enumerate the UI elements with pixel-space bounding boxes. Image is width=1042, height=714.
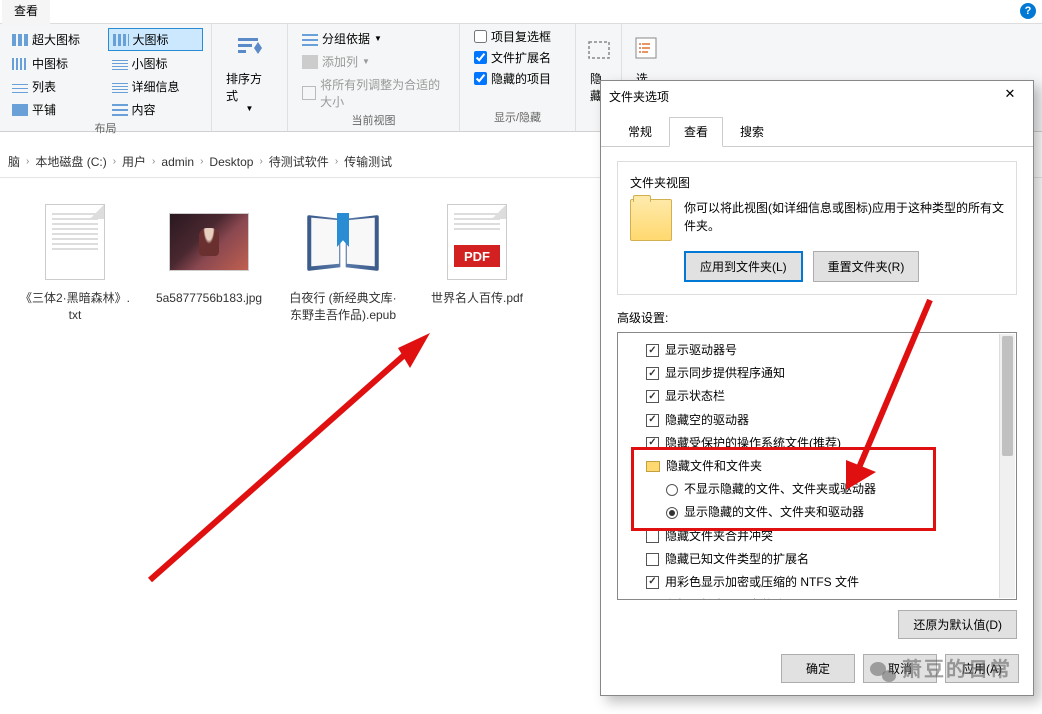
file-item[interactable]: 《三体2·黑暗森林》.txt — [20, 202, 130, 324]
restore-defaults-button[interactable]: 还原为默认值(D) — [898, 610, 1017, 639]
checkbox-hidden-items[interactable]: 隐藏的项目 — [474, 70, 561, 87]
adv-radio[interactable]: 显示隐藏的文件、文件夹和驱动器 — [622, 501, 1012, 524]
section-desc: 你可以将此视图(如详细信息或图标)应用于这种类型的所有文件夹。 — [684, 199, 1004, 235]
section-heading: 文件夹视图 — [630, 174, 1004, 191]
folder-icon — [646, 461, 660, 472]
layout-content[interactable]: 内容 — [108, 99, 204, 120]
bc-seg[interactable]: 待测试软件 — [269, 153, 329, 170]
folder-icon — [630, 199, 672, 241]
adv-radio[interactable]: 不显示隐藏的文件、文件夹或驱动器 — [622, 478, 1012, 501]
adv-folder-group: 隐藏文件和文件夹 — [622, 455, 1012, 478]
adv-item[interactable]: 用彩色显示加密或压缩的 NTFS 文件 — [622, 571, 1012, 594]
file-item[interactable]: 白夜行 (新经典文库·东野圭吾作品).epub — [288, 202, 398, 324]
dialog-titlebar: 文件夹选项 ✕ — [601, 81, 1033, 111]
adv-item[interactable]: 隐藏空的驱动器 — [622, 409, 1012, 432]
sort-label: 排序方式 — [226, 70, 273, 104]
add-column-button: 添加列 ▼ — [300, 51, 447, 72]
pdf-file-icon: PDF — [447, 204, 507, 280]
adv-item[interactable]: 隐藏文件夹合并冲突 — [622, 525, 1012, 548]
folder-options-dialog: 文件夹选项 ✕ 常规 查看 搜索 文件夹视图 你可以将此视图(如详细信息或图标)… — [600, 80, 1034, 696]
hide-selected-button[interactable] — [579, 28, 619, 68]
file-item[interactable]: PDF 世界名人百传.pdf — [422, 202, 532, 307]
adv-item[interactable]: 显示同步提供程序通知 — [622, 362, 1012, 385]
txt-file-icon — [45, 204, 105, 280]
watermark: 萧豆的日常 — [870, 653, 1012, 682]
window-tabs: 查看 ? — [0, 0, 1042, 24]
current-view-label: 当前视图 — [296, 112, 451, 130]
help-icon[interactable]: ? — [1020, 3, 1036, 19]
adv-item[interactable]: 显示驱动器号 — [622, 339, 1012, 362]
file-name: 《三体2·黑暗森林》.txt — [20, 290, 130, 324]
dialog-tabs: 常规 查看 搜索 — [601, 111, 1033, 147]
layout-tiles[interactable]: 平铺 — [8, 99, 104, 120]
adv-item[interactable]: 显示状态栏 — [622, 385, 1012, 408]
dialog-title-text: 文件夹选项 — [609, 88, 669, 105]
scrollbar[interactable] — [999, 334, 1015, 598]
epub-file-icon — [303, 209, 383, 275]
bc-seg[interactable]: 传输测试 — [344, 153, 392, 170]
bc-seg[interactable]: 脑 — [8, 153, 20, 170]
layout-extra-large[interactable]: 超大图标 — [8, 28, 104, 51]
show-hide-label: 显示/隐藏 — [468, 109, 567, 127]
bc-seg[interactable]: 用户 — [122, 153, 146, 170]
adv-item[interactable]: 在标题栏中显示完整路径 — [622, 594, 1012, 600]
file-name: 5a5877756b183.jpg — [154, 290, 264, 307]
wechat-icon — [870, 660, 896, 682]
file-name: 世界名人百传.pdf — [422, 290, 532, 307]
tab-view[interactable]: 查看 — [2, 0, 50, 25]
apply-to-folders-button[interactable]: 应用到文件夹(L) — [684, 251, 803, 282]
close-icon[interactable]: ✕ — [995, 86, 1025, 106]
file-item[interactable]: 5a5877756b183.jpg — [154, 202, 264, 307]
file-name: 白夜行 (新经典文库·东野圭吾作品).epub — [288, 290, 398, 324]
layout-list[interactable]: 列表 — [8, 76, 104, 97]
checkbox-item-boxes[interactable]: 项目复选框 — [474, 28, 561, 45]
layout-large[interactable]: 大图标 — [108, 28, 204, 51]
folder-view-section: 文件夹视图 你可以将此视图(如详细信息或图标)应用于这种类型的所有文件夹。 应用… — [617, 161, 1017, 295]
advanced-label: 高级设置: — [617, 309, 1017, 326]
layout-details[interactable]: 详细信息 — [108, 76, 204, 97]
tab-search[interactable]: 搜索 — [725, 117, 779, 146]
tab-general[interactable]: 常规 — [613, 117, 667, 146]
options-button[interactable] — [626, 28, 666, 68]
fit-columns-button: 将所有列调整为合适的大小 — [300, 74, 447, 112]
ok-button[interactable]: 确定 — [781, 654, 855, 683]
bc-seg[interactable]: admin — [161, 155, 194, 169]
reset-folders-button[interactable]: 重置文件夹(R) — [813, 251, 920, 282]
advanced-settings-list[interactable]: 显示驱动器号 显示同步提供程序通知 显示状态栏 隐藏空的驱动器 隐藏受保护的操作… — [617, 332, 1017, 600]
layout-grid: 超大图标 大图标 中图标 小图标 列表 详细信息 平铺 内容 — [8, 28, 203, 120]
jpg-file-icon — [169, 213, 249, 271]
checkbox-file-ext[interactable]: 文件扩展名 — [474, 49, 561, 66]
bc-seg[interactable]: 本地磁盘 (C:) — [35, 153, 106, 170]
adv-item[interactable]: 隐藏已知文件类型的扩展名 — [622, 548, 1012, 571]
sort-button[interactable] — [230, 28, 270, 68]
tab-view[interactable]: 查看 — [669, 117, 723, 147]
grouping-button[interactable]: 分组依据 ▼ — [300, 28, 447, 49]
layout-medium[interactable]: 中图标 — [8, 53, 104, 74]
bc-seg[interactable]: Desktop — [209, 155, 253, 169]
adv-item[interactable]: 隐藏受保护的操作系统文件(推荐) — [622, 432, 1012, 455]
layout-small[interactable]: 小图标 — [108, 53, 204, 74]
layout-group-label: 布局 — [8, 120, 203, 138]
